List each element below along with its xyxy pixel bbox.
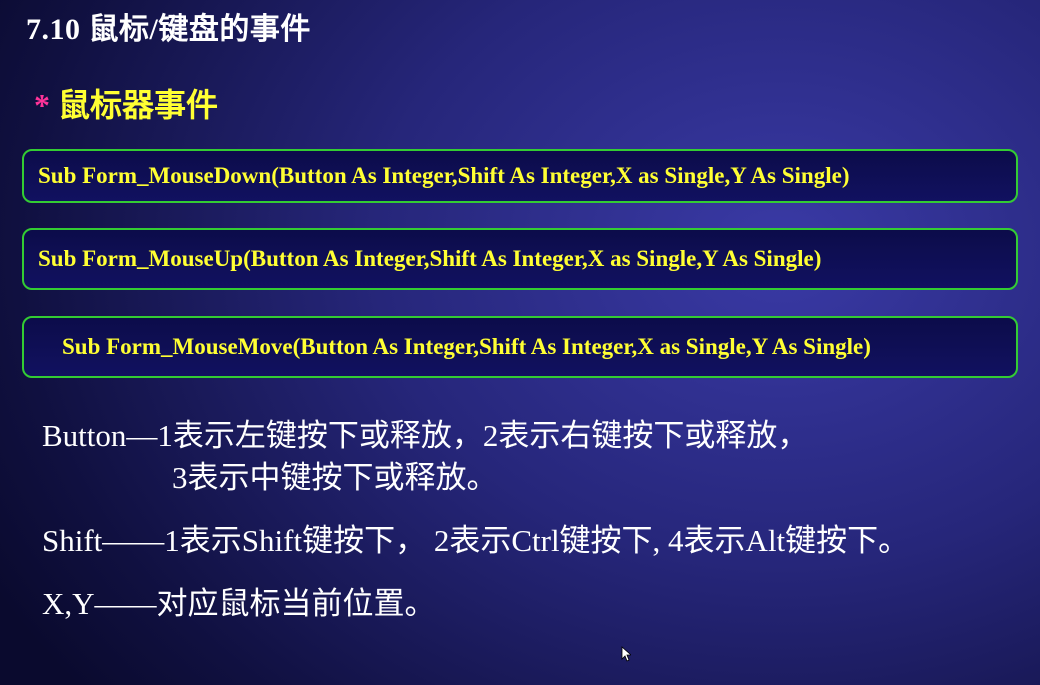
code-line-mousemove: Sub Form_MouseMove(Button As Integer,Shi… [62,334,871,359]
code-box-mouseup: Sub Form_MouseUp(Button As Integer,Shift… [22,228,1018,290]
section-heading-text: 鼠标器事件 [58,87,219,123]
bullet-marker: * [34,87,50,123]
mouse-pointer-icon [621,646,631,662]
code-box-mousemove: Sub Form_MouseMove(Button As Integer,Shi… [22,316,1018,378]
code-box-mousedown: Sub Form_MouseDown(Button As Integer,Shi… [22,149,1018,203]
slide-title: 7.10 鼠标/键盘的事件 [26,13,311,46]
slide: 7.10 鼠标/键盘的事件 * 鼠标器事件 Sub Form_MouseDown(… [0,0,1040,685]
button-description-line-2: 3表示中键按下或释放。 [172,460,498,495]
xy-description: X,Y——对应鼠标当前位置。 [42,586,436,621]
code-line-mousedown: Sub Form_MouseDown(Button As Integer,Shi… [38,163,850,188]
code-line-mouseup: Sub Form_MouseUp(Button As Integer,Shift… [38,246,822,271]
button-description-line-1: Button—1表示左键按下或释放，2表示右键按下或释放， [42,418,809,453]
section-heading: * 鼠标器事件 [34,80,218,126]
shift-description: Shift——1表示Shift键按下， 2表示Ctrl键按下, 4表示Alt键按… [42,523,910,558]
